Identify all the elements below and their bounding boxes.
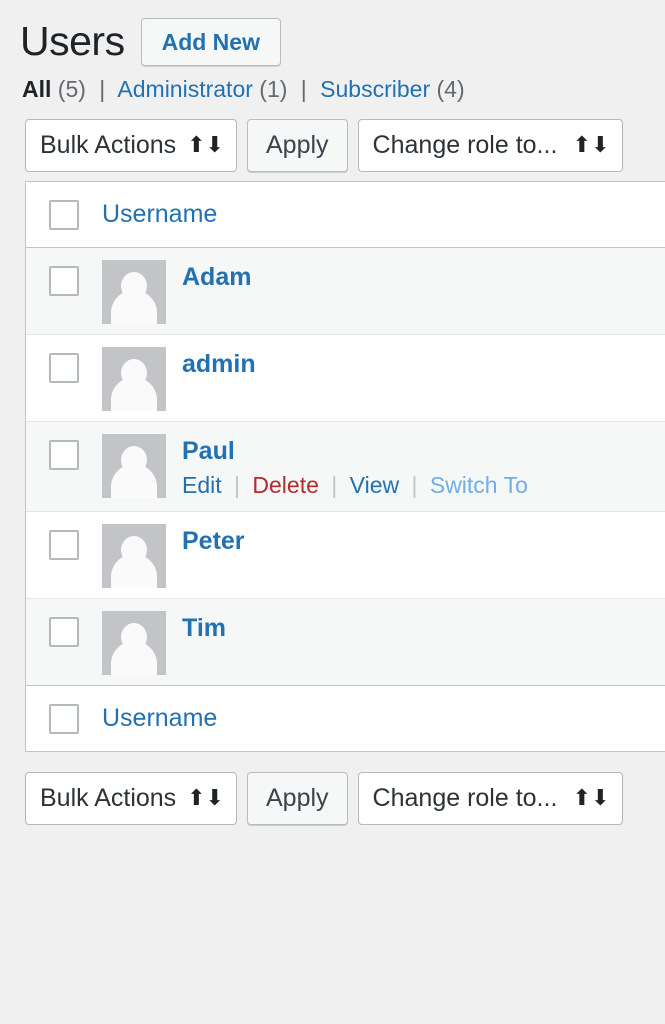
- column-footer-username[interactable]: Username: [102, 704, 217, 733]
- filter-separator: |: [300, 76, 307, 102]
- change-role-value-bottom: Change role to...: [372, 783, 558, 812]
- filter-link-all[interactable]: All: [22, 76, 51, 102]
- user-cell: Tim: [102, 599, 665, 685]
- filter-link-administrator[interactable]: Administrator: [117, 76, 252, 102]
- row-action-switch-to[interactable]: Switch To: [430, 472, 528, 498]
- change-role-select-bottom[interactable]: Change role to... ⬆⬇: [357, 771, 623, 825]
- row-actions: Edit | Delete | View | Switch To: [182, 471, 528, 501]
- row-checkbox[interactable]: [49, 530, 79, 561]
- column-header-username[interactable]: Username: [102, 200, 217, 229]
- filter-count-administrator: (1): [259, 76, 288, 102]
- apply-button-top[interactable]: Apply: [247, 118, 348, 172]
- username-link[interactable]: Tim: [182, 613, 226, 644]
- row-select-cell: [26, 248, 102, 296]
- select-all-checkbox-bottom[interactable]: [49, 703, 79, 734]
- row-select-cell: [26, 335, 102, 383]
- username-link[interactable]: Peter: [182, 526, 245, 557]
- chevron-updown-icon: ⬆⬇: [572, 132, 610, 157]
- row-checkbox[interactable]: [49, 440, 79, 470]
- avatar: [102, 434, 166, 498]
- bulk-actions-value-top: Bulk Actions: [40, 130, 177, 159]
- users-table: Username Adam admin Paul Edit | Delete |…: [25, 181, 665, 753]
- table-row[interactable]: Peter: [26, 512, 665, 600]
- row-checkbox[interactable]: [49, 617, 79, 648]
- table-toolbar-bottom: Bulk Actions ⬆⬇ Apply Change role to... …: [0, 762, 665, 834]
- filter-separator: |: [99, 76, 106, 102]
- table-row[interactable]: Adam: [26, 248, 665, 335]
- table-row[interactable]: Tim: [26, 599, 665, 686]
- row-action-view[interactable]: View: [350, 472, 399, 498]
- page-title: Users: [20, 18, 125, 65]
- filter-link-subscriber[interactable]: Subscriber: [320, 76, 430, 102]
- select-all-checkbox-top[interactable]: [49, 199, 79, 230]
- add-new-button[interactable]: Add New: [140, 18, 281, 66]
- row-action-edit[interactable]: Edit: [182, 472, 222, 498]
- row-select-cell: [26, 512, 102, 561]
- apply-button-bottom[interactable]: Apply: [247, 771, 348, 825]
- username-link[interactable]: admin: [182, 349, 256, 380]
- user-cell: admin: [102, 335, 665, 421]
- avatar: [102, 524, 166, 589]
- filter-links: All (5) | Administrator (1) | Subscriber…: [0, 62, 665, 103]
- user-cell: Peter: [102, 512, 665, 598]
- users-admin-page: Users Add New All (5) | Administrator (1…: [0, 0, 665, 1024]
- username-link[interactable]: Adam: [182, 262, 251, 293]
- page-header: Users Add New: [0, 0, 665, 66]
- select-all-cell-top: [26, 199, 102, 230]
- bulk-actions-select-bottom[interactable]: Bulk Actions ⬆⬇: [25, 771, 237, 825]
- row-checkbox[interactable]: [49, 353, 79, 383]
- table-row[interactable]: admin: [26, 335, 665, 422]
- avatar: [102, 260, 166, 324]
- avatar: [102, 611, 166, 676]
- avatar: [102, 347, 166, 411]
- bulk-actions-select-top[interactable]: Bulk Actions ⬆⬇: [25, 118, 237, 172]
- chevron-updown-icon: ⬆⬇: [187, 785, 224, 811]
- table-row[interactable]: Paul Edit | Delete | View | Switch To: [26, 422, 665, 513]
- row-select-cell: [26, 422, 102, 470]
- row-action-divider: |: [331, 472, 338, 499]
- select-all-cell-bottom: [26, 703, 102, 734]
- row-action-divider: |: [411, 472, 418, 499]
- chevron-updown-icon: ⬆⬇: [572, 785, 610, 811]
- bulk-actions-value-bottom: Bulk Actions: [40, 783, 177, 812]
- username-link[interactable]: Paul: [182, 436, 528, 467]
- row-action-delete[interactable]: Delete: [252, 472, 318, 498]
- chevron-updown-icon: ⬆⬇: [187, 132, 224, 157]
- table-toolbar-top: Bulk Actions ⬆⬇ Apply Change role to... …: [0, 109, 665, 181]
- row-select-cell: [26, 599, 102, 648]
- table-header-row: Username: [26, 182, 665, 248]
- user-cell: Paul Edit | Delete | View | Switch To: [102, 422, 665, 511]
- change-role-value-top: Change role to...: [372, 130, 558, 159]
- change-role-select-top[interactable]: Change role to... ⬆⬇: [357, 118, 623, 172]
- table-footer-row: Username: [26, 685, 665, 752]
- row-checkbox[interactable]: [49, 266, 79, 296]
- filter-count-all: (5): [57, 76, 86, 102]
- row-action-divider: |: [234, 472, 241, 499]
- user-cell: Adam: [102, 248, 665, 334]
- filter-count-subscriber: (4): [436, 76, 465, 102]
